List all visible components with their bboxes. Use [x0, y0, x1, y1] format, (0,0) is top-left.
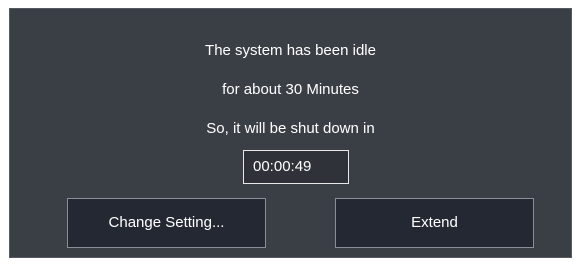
shutdown-countdown-display: 00:00:49 [243, 150, 349, 184]
idle-message-line-1: The system has been idle [205, 42, 376, 59]
idle-shutdown-dialog: The system has been idle for about 30 Mi… [9, 8, 572, 258]
idle-message-line-2: for about 30 Minutes [222, 81, 359, 98]
idle-message-line-3: So, it will be shut down in [206, 120, 375, 137]
extend-button[interactable]: Extend [335, 198, 534, 248]
change-setting-button[interactable]: Change Setting... [67, 198, 266, 248]
